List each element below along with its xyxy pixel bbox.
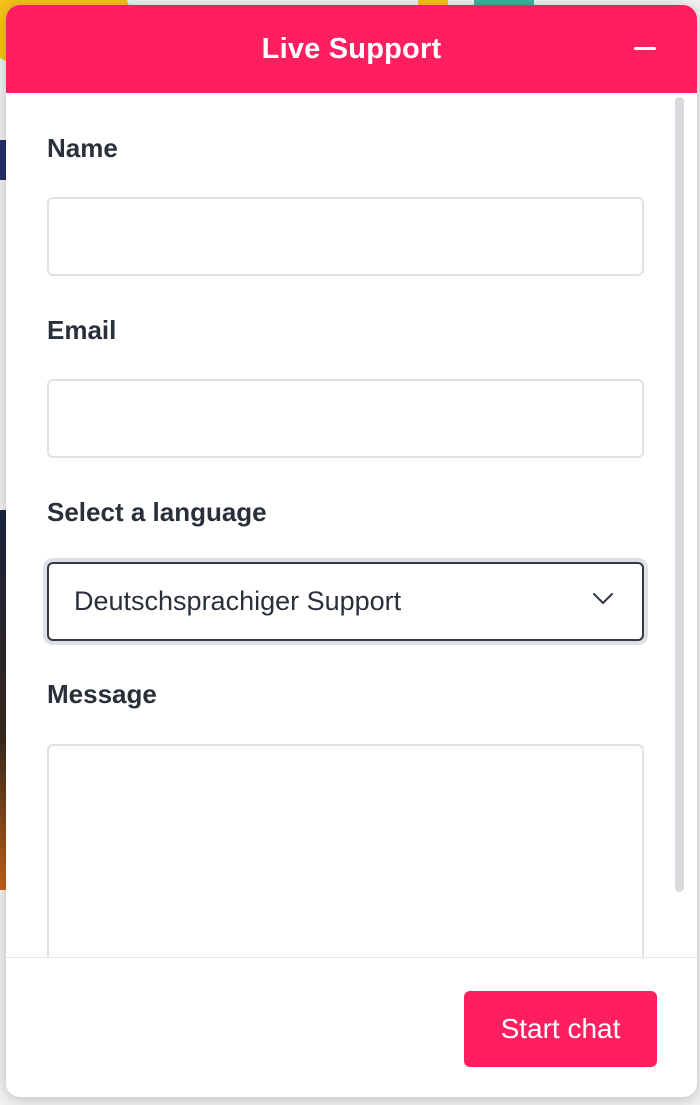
start-chat-button[interactable]: Start chat bbox=[464, 991, 657, 1067]
minus-icon bbox=[634, 47, 656, 50]
email-input[interactable] bbox=[47, 379, 644, 458]
name-input[interactable] bbox=[47, 197, 644, 276]
widget-title: Live Support bbox=[261, 32, 442, 65]
widget-header: Live Support bbox=[6, 5, 697, 93]
chevron-down-icon bbox=[593, 593, 613, 604]
form-scrollbar[interactable] bbox=[675, 97, 684, 892]
language-select[interactable]: Deutschsprachiger Support bbox=[47, 562, 644, 641]
email-label: Email bbox=[47, 315, 117, 345]
chat-form: Name Email Select a language Deutschspra… bbox=[6, 93, 697, 957]
widget-footer: Start chat bbox=[6, 957, 697, 1097]
live-support-widget: Live Support Name Email Select a languag… bbox=[6, 5, 697, 1097]
message-textarea[interactable] bbox=[47, 744, 644, 957]
minimize-button[interactable] bbox=[631, 35, 659, 63]
message-label: Message bbox=[47, 679, 157, 709]
language-select-value: Deutschsprachiger Support bbox=[74, 586, 402, 616]
language-label: Select a language bbox=[47, 497, 267, 527]
name-label: Name bbox=[47, 133, 118, 163]
